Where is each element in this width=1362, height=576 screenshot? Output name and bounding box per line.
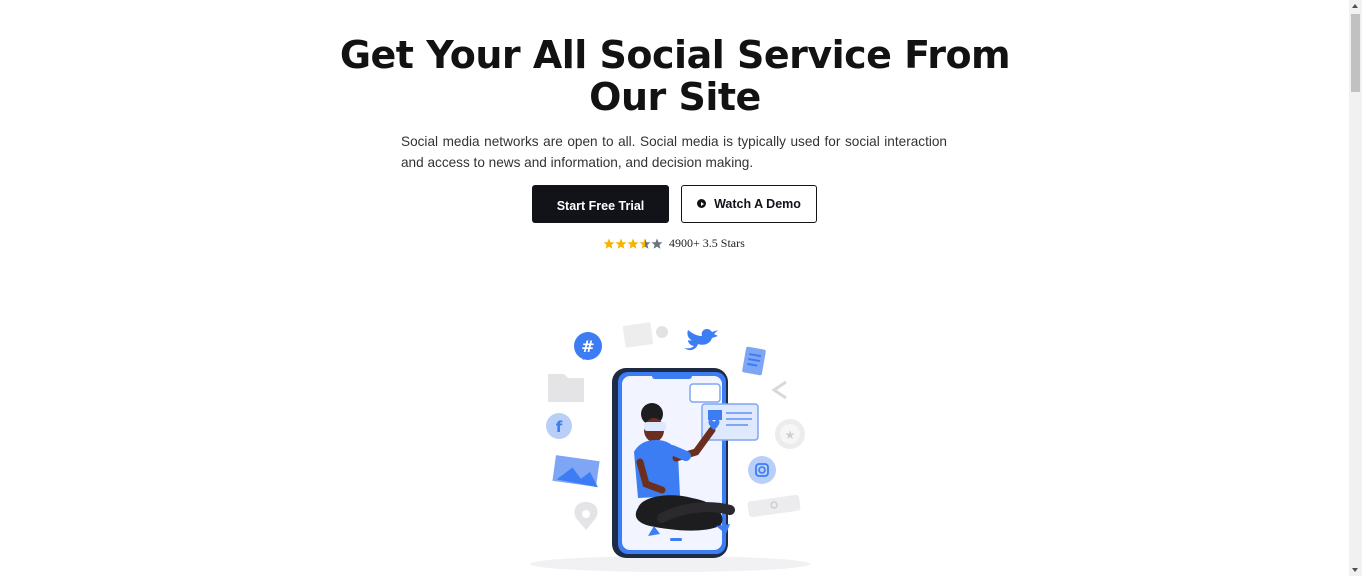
rating-text: 4900+ 3.5 Stars <box>669 236 745 250</box>
location-pin-icon <box>574 502 598 530</box>
hero-title: Get Your All Social Service From Our Sit… <box>330 34 1020 118</box>
rating-stars <box>603 238 663 250</box>
play-circle-icon <box>697 199 707 208</box>
search-bar-icon <box>747 494 801 518</box>
hero-description: Social media networks are open to all. S… <box>401 134 947 170</box>
document-icon <box>742 346 766 376</box>
laptop-icon <box>622 322 668 348</box>
empty-star-icon <box>651 238 663 249</box>
rating: 4900+ 3.5 Stars <box>603 236 745 251</box>
scroll-down-arrow-icon[interactable] <box>1352 568 1358 572</box>
svg-text:#: # <box>581 337 594 356</box>
social-media-illustration: # f ★ <box>530 322 810 572</box>
star-icon <box>615 238 627 249</box>
folder-icon <box>548 374 584 402</box>
image-icon <box>552 455 600 488</box>
hero-title-line-2: Our Site <box>589 75 761 119</box>
start-free-trial-label: Start Free Trial <box>556 199 645 213</box>
svg-text:★: ★ <box>785 428 796 442</box>
scroll-up-arrow-icon[interactable] <box>1352 4 1358 8</box>
scrollbar-thumb[interactable] <box>1351 14 1360 92</box>
half-star-icon <box>639 238 651 249</box>
twitter-icon <box>684 329 718 351</box>
share-icon <box>771 380 787 400</box>
svg-text:f: f <box>556 418 563 436</box>
instagram-icon <box>748 456 776 484</box>
hashtag-icon: # <box>574 332 602 360</box>
page-scrollbar[interactable] <box>1349 0 1362 576</box>
facebook-icon: f <box>546 413 572 439</box>
star-icon <box>603 238 615 249</box>
start-free-trial-button[interactable]: Start Free Trial <box>532 185 669 223</box>
star-icon <box>627 238 639 249</box>
hero-title-line-1: Get Your All Social Service From <box>339 33 1011 77</box>
watch-demo-button[interactable]: Watch A Demo <box>681 185 817 223</box>
stars-graphic <box>603 238 663 249</box>
star-badge-icon: ★ <box>775 419 805 449</box>
watch-demo-label: Watch A Demo <box>714 196 801 211</box>
landing-page: Get Your All Social Service From Our Sit… <box>0 0 1349 576</box>
